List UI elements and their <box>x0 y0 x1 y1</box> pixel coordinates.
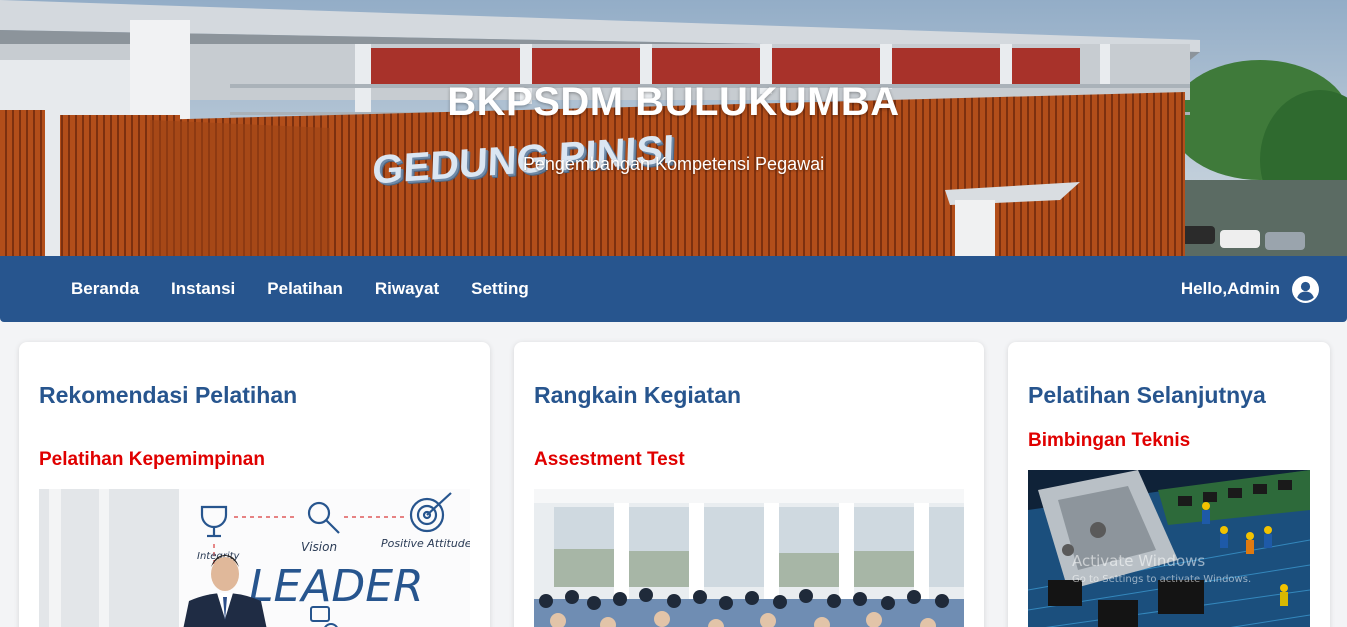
card-title: Rangkain Kegiatan <box>534 382 742 408</box>
card-rangkain-kegiatan: Rangkain Kegiatan Assestment Test <box>514 342 984 627</box>
activate-windows-subtitle: Go to Settings to activate Windows. <box>1072 574 1252 585</box>
hero-title: BKPSDM BULUKUMBA <box>447 80 900 124</box>
nav-links: Beranda Instansi Pelatihan Riwayat Setti… <box>55 256 545 322</box>
image-text-leader: LEADER <box>249 561 424 612</box>
card-title: Pelatihan Selanjutnya <box>1028 382 1266 408</box>
card-subtitle-link[interactable]: Pelatihan Kepemimpinan <box>39 449 265 471</box>
user-greeting: Hello,Admin <box>1180 279 1280 298</box>
card-subtitle-link[interactable]: Assestment Test <box>534 449 685 471</box>
card-image-assessment-hall[interactable] <box>534 489 964 627</box>
card-title: Rekomendasi Pelatihan <box>39 382 298 408</box>
nav-link-pelatihan[interactable]: Pelatihan <box>251 279 359 299</box>
nav-link-setting[interactable]: Setting <box>455 279 545 299</box>
hero-subtitle: Pengembangan Kompetensi Pegawai <box>522 154 825 174</box>
image-text-positive-attitude: Positive Attitude <box>381 537 470 550</box>
user-circle-icon[interactable] <box>1292 275 1319 303</box>
main-navbar: Beranda Instansi Pelatihan Riwayat Setti… <box>0 256 1347 322</box>
image-text-vision: Vision <box>301 540 337 554</box>
card-rekomendasi-pelatihan: Rekomendasi Pelatihan Pelatihan Kepemimp… <box>19 342 490 627</box>
nav-link-riwayat[interactable]: Riwayat <box>359 279 455 299</box>
user-menu[interactable]: Hello,Admin <box>1181 256 1319 322</box>
nav-link-instansi[interactable]: Instansi <box>155 279 251 299</box>
card-image-leadership[interactable]: Vision Positive Attitude Integrity LEADE… <box>39 489 470 627</box>
card-subtitle-link[interactable]: Bimbingan Teknis <box>1028 430 1190 452</box>
card-pelatihan-selanjutnya: Pelatihan Selanjutnya Bimbingan Teknis A… <box>1008 342 1330 627</box>
activate-windows-title: Activate Windows <box>1072 552 1206 570</box>
hero-banner: GEDUNG PINISI BKPSDM BULUKUMBA Pengemban… <box>0 0 1347 256</box>
nav-link-beranda[interactable]: Beranda <box>55 279 155 299</box>
card-image-technical[interactable]: Activate Windows Go to Settings to activ… <box>1028 470 1310 627</box>
